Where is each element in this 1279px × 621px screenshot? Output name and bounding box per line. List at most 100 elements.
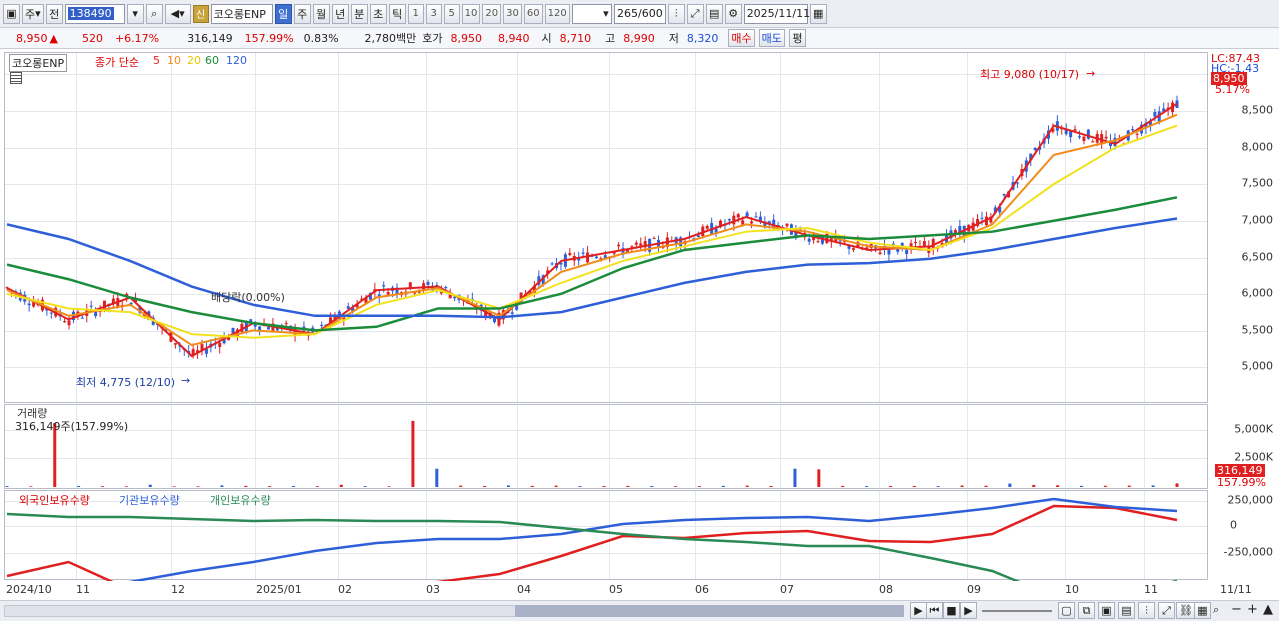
candle-body bbox=[1135, 133, 1139, 135]
candle-body bbox=[851, 248, 855, 250]
low-price: 8,320 bbox=[686, 31, 719, 45]
volume-y-tick: 5,000K bbox=[1234, 422, 1273, 436]
tab-period-month[interactable]: 월 bbox=[312, 3, 330, 24]
interval-custom-input[interactable]: ▾ bbox=[571, 3, 612, 24]
chart-type-icon[interactable]: ⫶ bbox=[1138, 602, 1155, 619]
zoom-slider[interactable] bbox=[982, 610, 1052, 612]
tab-period-minute[interactable]: 분 bbox=[350, 3, 368, 24]
tab-period-week[interactable]: 주 bbox=[293, 3, 311, 24]
volume-bar bbox=[315, 486, 319, 487]
code-dropdown-icon[interactable]: ▾ bbox=[126, 3, 144, 24]
expand-icon[interactable]: ▲ bbox=[1263, 602, 1273, 617]
save-icon[interactable]: ▤ bbox=[705, 3, 723, 24]
calendar-icon[interactable]: ▦ bbox=[809, 3, 827, 24]
x-tick: 2025/01 bbox=[256, 583, 302, 596]
toolbar: ▣ 주 ▾ 전 138490 ▾ ⌕ ◀▾ 신 코오롱ENP 일 주 월 년 분 … bbox=[0, 0, 1279, 28]
tab-period-second[interactable]: 초 bbox=[369, 3, 387, 24]
volume-bar bbox=[841, 485, 845, 487]
layout2-icon[interactable]: ⧉ bbox=[1078, 602, 1095, 619]
legend-stock-name[interactable]: 코오롱ENP bbox=[9, 54, 68, 72]
layout-icon[interactable]: ▢ bbox=[1058, 602, 1075, 619]
tab-period-day[interactable]: 일 bbox=[274, 3, 292, 24]
y-tick: 8,000 bbox=[1241, 140, 1274, 154]
holdings-y-tick: 250,000 bbox=[1227, 493, 1274, 507]
interval-3[interactable]: 3 bbox=[425, 3, 442, 24]
interval-60[interactable]: 60 bbox=[523, 3, 543, 24]
volume-value: 316,149 bbox=[187, 31, 233, 45]
open-label: 시 bbox=[541, 32, 552, 45]
candle-body bbox=[1073, 129, 1077, 131]
x-tick: 07 bbox=[780, 583, 794, 596]
stock-name-field[interactable]: 코오롱ENP bbox=[210, 3, 273, 24]
volume-bar bbox=[1008, 483, 1012, 487]
all-button[interactable]: 전 bbox=[45, 3, 63, 24]
price-panel[interactable]: 코오롱ENP 종가 단순 5 10 20 60 120 최고 9,080 (10… bbox=[4, 52, 1208, 403]
volume-bar bbox=[244, 485, 248, 487]
volume-bar bbox=[435, 468, 439, 487]
y-tick: 7,000 bbox=[1241, 213, 1274, 227]
rewind-icon[interactable]: ⏮ bbox=[926, 602, 943, 619]
candle-body bbox=[727, 219, 731, 221]
bar-count-input[interactable]: 265/600 bbox=[613, 3, 666, 24]
legend-ma60: 60 bbox=[205, 54, 219, 67]
interval-5[interactable]: 5 bbox=[443, 3, 460, 24]
sell-button[interactable]: 매도 bbox=[758, 29, 785, 47]
zoom-in-icon[interactable]: + bbox=[1247, 602, 1258, 617]
volume-panel[interactable]: 거래량 316,149주(157.99%) bbox=[4, 404, 1208, 489]
stop-icon[interactable]: ■ bbox=[943, 602, 960, 619]
legend-ma120: 120 bbox=[226, 54, 247, 67]
scroll-thumb[interactable] bbox=[515, 605, 904, 617]
candle-type-icon[interactable]: ⫶ bbox=[667, 3, 685, 24]
search-icon[interactable]: ⌕ bbox=[145, 3, 163, 24]
candle-body bbox=[266, 327, 270, 330]
link-icon[interactable]: ⛓ bbox=[1176, 602, 1196, 619]
candle-body bbox=[493, 318, 496, 323]
legend-ma5: 5 bbox=[153, 54, 160, 67]
candle-body bbox=[1086, 129, 1090, 139]
x-tick: 10 bbox=[1065, 583, 1079, 596]
tab-period-tick[interactable]: 틱 bbox=[388, 3, 406, 24]
volume-bar bbox=[817, 469, 821, 487]
volume-bar bbox=[387, 486, 391, 487]
scroll-right-icon[interactable]: ▶ bbox=[910, 602, 927, 619]
interval-20[interactable]: 20 bbox=[482, 3, 502, 24]
candle-body bbox=[320, 324, 324, 327]
volume-bar bbox=[148, 484, 152, 487]
candle-body bbox=[444, 286, 448, 289]
candle-body bbox=[568, 253, 572, 256]
holdings-y-tick: -250,000 bbox=[1223, 545, 1273, 559]
gear-icon[interactable]: ⚙ bbox=[724, 3, 742, 24]
candle-body bbox=[1002, 194, 1006, 196]
play-icon[interactable]: ▶ bbox=[960, 602, 977, 619]
zoom-out-icon[interactable]: − bbox=[1231, 602, 1242, 617]
y-tick: 6,500 bbox=[1241, 250, 1274, 264]
trade-amount: 2,780백만 bbox=[364, 32, 417, 45]
stock-code-input[interactable]: 138490 bbox=[64, 3, 125, 24]
buy-button[interactable]: 매수 bbox=[728, 29, 755, 47]
zoom-icon[interactable]: ⌕ bbox=[1213, 603, 1219, 617]
speaker-icon[interactable]: ◀▾ bbox=[164, 3, 191, 24]
change-up-icon: ▲ bbox=[49, 31, 58, 45]
volume-bar bbox=[697, 486, 701, 487]
volume-bar bbox=[1175, 483, 1179, 487]
interval-10[interactable]: 10 bbox=[461, 3, 481, 24]
date-input[interactable]: 2025/11/11 bbox=[743, 3, 810, 24]
interval-1[interactable]: 1 bbox=[407, 3, 424, 24]
interval-30[interactable]: 30 bbox=[503, 3, 522, 24]
screen-menu-icon[interactable]: ▣ bbox=[3, 3, 20, 24]
layout4-icon[interactable]: ▤ bbox=[1118, 602, 1135, 619]
volume-bar bbox=[459, 485, 463, 487]
layout3-icon[interactable]: ▣ bbox=[1098, 602, 1115, 619]
tab-period-year[interactable]: 년 bbox=[331, 3, 349, 24]
trend-icon[interactable]: ⤢ bbox=[1158, 602, 1175, 619]
draw-tool-icon[interactable]: ⤢ bbox=[686, 3, 704, 24]
grid-icon[interactable]: ▦ bbox=[1194, 602, 1211, 619]
market-select[interactable]: 주 ▾ bbox=[22, 3, 44, 24]
holdings-panel[interactable]: 외국인보유수량 기관보유수량 개인보유수량 bbox=[4, 490, 1208, 581]
panel-menu-icon[interactable] bbox=[10, 72, 22, 84]
volume-bar bbox=[101, 486, 105, 487]
interval-120[interactable]: 120 bbox=[544, 3, 570, 24]
avg-button[interactable]: 평 bbox=[788, 29, 806, 47]
candle-body bbox=[1078, 136, 1081, 138]
x-tick: 03 bbox=[426, 583, 440, 596]
